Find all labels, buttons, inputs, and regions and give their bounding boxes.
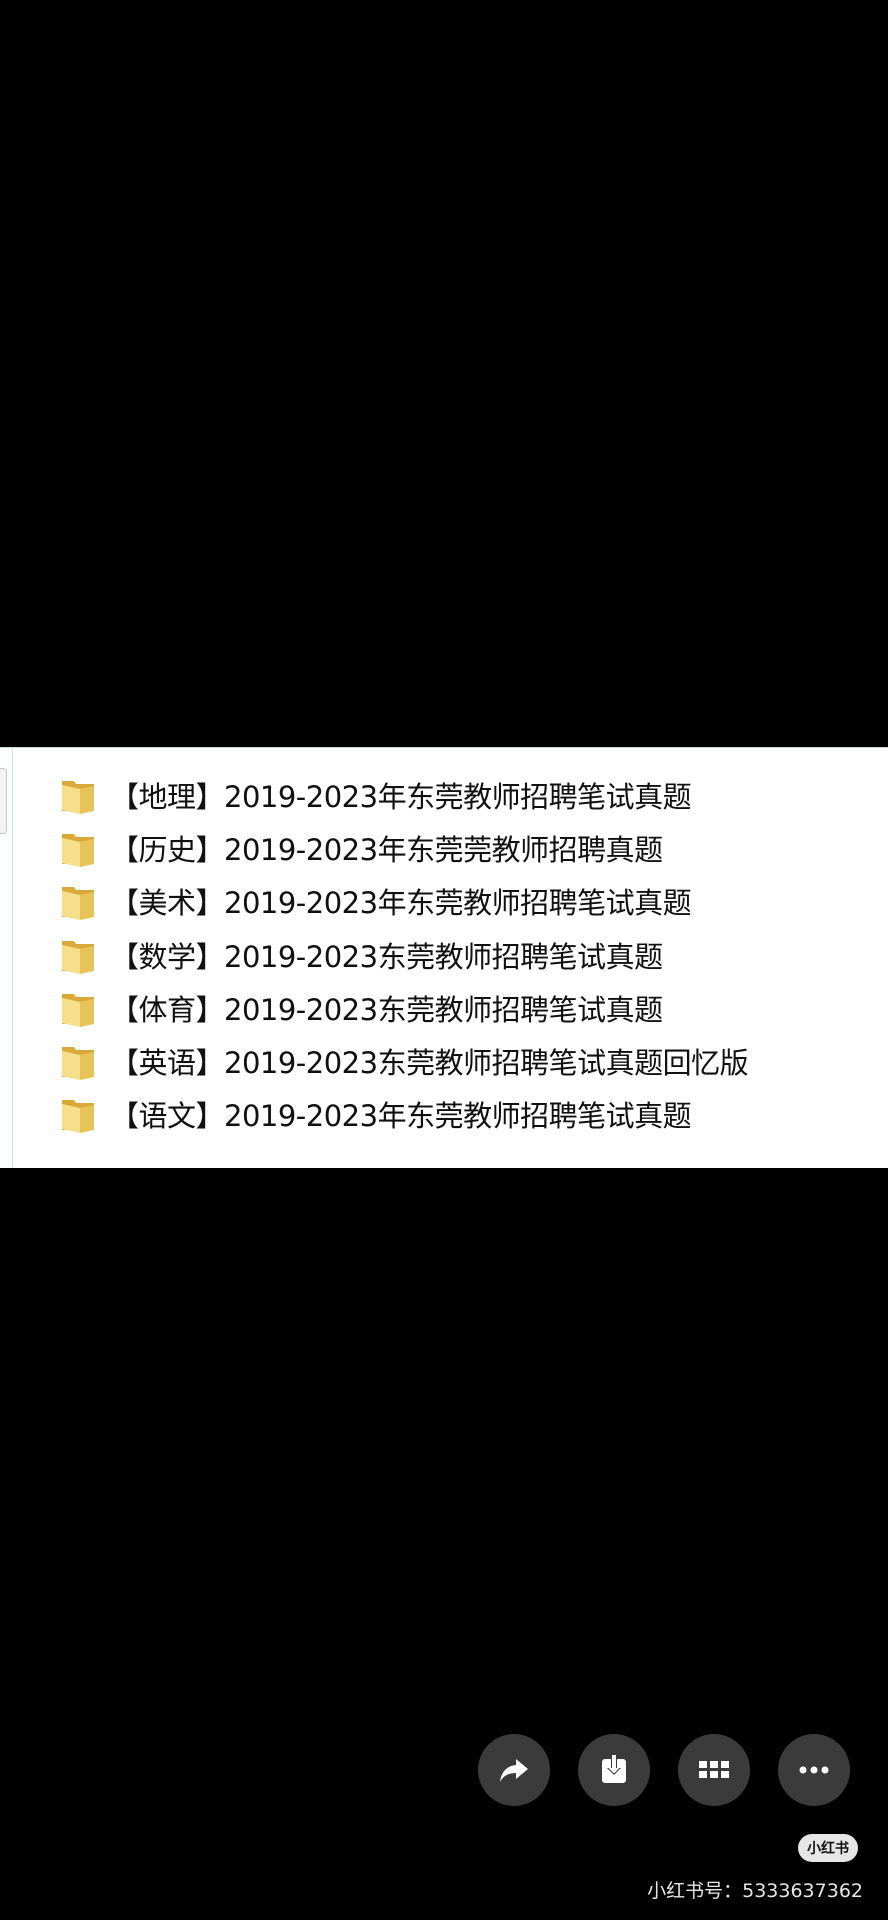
folder-icon bbox=[62, 887, 94, 921]
folder-name: 【数学】2019-2023东莞教师招聘笔试真题 bbox=[110, 939, 663, 974]
folder-item[interactable]: 【地理】2019-2023年东莞教师招聘笔试真题 bbox=[60, 768, 748, 821]
more-icon bbox=[799, 1766, 829, 1774]
folder-icon bbox=[62, 993, 94, 1027]
watermark-user-id: 小红书号：5333637362 bbox=[647, 1880, 863, 1902]
download-button[interactable] bbox=[578, 1734, 650, 1806]
file-explorer-panel: 【地理】2019-2023年东莞教师招聘笔试真题 【历史】2019-2023年东… bbox=[0, 747, 888, 1168]
folder-icon bbox=[62, 1100, 94, 1134]
folder-name: 【语文】2019-2023年东莞教师招聘笔试真题 bbox=[110, 1099, 692, 1134]
action-bar bbox=[478, 1734, 852, 1806]
navigation-pane-handle[interactable] bbox=[0, 768, 7, 834]
folder-list: 【地理】2019-2023年东莞教师招聘笔试真题 【历史】2019-2023年东… bbox=[60, 768, 749, 1141]
folder-item[interactable]: 【美术】2019-2023年东莞教师招聘笔试真题 bbox=[60, 875, 748, 928]
share-icon bbox=[500, 1759, 528, 1782]
folder-item[interactable]: 【英语】2019-2023东莞教师招聘笔试真题回忆版 bbox=[60, 1034, 749, 1087]
folder-name: 【美术】2019-2023年东莞教师招聘笔试真题 bbox=[110, 886, 692, 921]
download-icon bbox=[602, 1755, 626, 1783]
folder-icon bbox=[62, 780, 94, 814]
folder-item[interactable]: 【语文】2019-2023年东莞教师招聘笔试真题 bbox=[60, 1088, 748, 1141]
more-button[interactable] bbox=[778, 1734, 850, 1806]
folder-name: 【地理】2019-2023年东莞教师招聘笔试真题 bbox=[110, 779, 692, 814]
folder-name: 【历史】2019-2023年东莞莞教师招聘真题 bbox=[110, 832, 663, 867]
grid-icon bbox=[699, 1761, 729, 1778]
folder-name: 【英语】2019-2023东莞教师招聘笔试真题回忆版 bbox=[110, 1046, 749, 1081]
folder-item[interactable]: 【体育】2019-2023东莞教师招聘笔试真题 bbox=[60, 981, 748, 1034]
xiaohongshu-logo: 小红书 bbox=[798, 1834, 858, 1862]
navigation-pane-edge bbox=[0, 748, 13, 1168]
folder-icon bbox=[62, 833, 94, 867]
folder-name: 【体育】2019-2023东莞教师招聘笔试真题 bbox=[110, 992, 663, 1027]
share-button[interactable] bbox=[478, 1734, 550, 1806]
folder-item[interactable]: 【历史】2019-2023年东莞莞教师招聘真题 bbox=[60, 821, 748, 874]
folder-item[interactable]: 【数学】2019-2023东莞教师招聘笔试真题 bbox=[60, 928, 748, 981]
folder-icon bbox=[62, 1047, 94, 1081]
grid-button[interactable] bbox=[678, 1734, 750, 1806]
folder-icon bbox=[62, 940, 94, 974]
